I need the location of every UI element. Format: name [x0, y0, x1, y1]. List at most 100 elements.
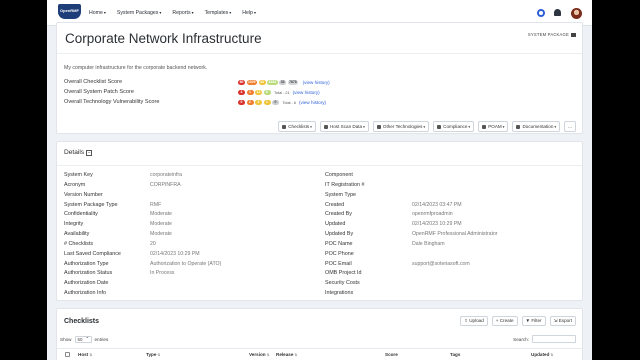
system-package-text: SYSTEM PACKAGE — [527, 32, 569, 37]
patch-view-history-link[interactable]: (view history) — [293, 90, 320, 95]
search-input[interactable] — [532, 335, 576, 343]
detail-row: Created 02/14/2023 03:47 PM — [325, 202, 580, 212]
notifications-button[interactable] — [554, 9, 563, 18]
detail-row: POC Name Dale Bingham — [325, 241, 580, 251]
nav-actions — [529, 8, 582, 19]
column-release[interactable]: Release — [276, 352, 297, 357]
detail-key: Integrity — [64, 221, 84, 228]
export-button[interactable]: ⇲ Export — [549, 316, 576, 326]
column-version[interactable]: Version — [249, 352, 270, 357]
poam-dropdown[interactable]: POAM▾ — [478, 121, 509, 132]
detail-value: 02/14/2023 10:29 PM — [150, 250, 200, 257]
more-options-button[interactable]: ... — [564, 121, 576, 132]
score-pill-info: 33 — [279, 80, 287, 85]
chevron-down-icon: ▾ — [363, 125, 365, 129]
column-score[interactable]: Score — [385, 352, 398, 357]
menu-help[interactable]: Help▾ — [242, 10, 256, 16]
chevron-down-icon: ▾ — [253, 10, 256, 15]
divider — [57, 165, 582, 166]
create-button-label: + Create — [495, 318, 514, 323]
other-technologies-dropdown[interactable]: Other Technologies▾ — [372, 121, 430, 132]
detail-row: Authorization Status In Process — [64, 270, 319, 280]
detail-row: POC Email support@soteriasoft.com — [325, 261, 580, 271]
detail-key: POC Phone — [325, 250, 354, 257]
checklist-icon — [282, 124, 287, 129]
detail-key: Updated — [325, 221, 346, 228]
column-tags[interactable]: Tags — [450, 352, 460, 357]
gear-icon — [376, 124, 381, 129]
chevron-down-icon: ▾ — [310, 125, 312, 129]
chevron-down-icon: ▾ — [554, 125, 557, 129]
menu-system-packages[interactable]: System Packages▾ — [117, 10, 162, 16]
openrmf-logo[interactable]: OpenRMF — [58, 4, 81, 21]
create-button[interactable]: + Create — [491, 316, 518, 326]
detail-key: # Checklists — [64, 240, 94, 247]
main-menu: Home▾ System Packages▾ Reports▾ Template… — [89, 10, 267, 16]
checklists-title: Checklists — [64, 318, 100, 325]
documentation-dropdown[interactable]: Documentation▾ — [512, 121, 561, 132]
table-search: Search: — [513, 335, 576, 343]
vuln-view-history-link[interactable]: (view history) — [299, 100, 326, 105]
detail-row: System Package Type RMF — [64, 202, 319, 212]
app-screen: OpenRMF Home▾ System Packages▾ Reports▾ … — [47, 0, 592, 360]
detail-value: support@soteriasoft.com — [412, 260, 470, 267]
user-avatar[interactable] — [571, 8, 582, 19]
system-package-label: SYSTEM PACKAGE — [528, 32, 576, 37]
detail-row: Updated By OpenRMF Professional Administr… — [325, 231, 580, 241]
host-scan-data-dropdown[interactable]: Host Scan Data▾ — [319, 121, 369, 132]
chevron-down-icon: ▾ — [103, 10, 106, 15]
checklists-dropdown[interactable]: Checklists▾ — [278, 121, 316, 132]
detail-row: Authorization Info — [64, 290, 319, 300]
folder-icon — [571, 32, 576, 37]
detail-row: Created By openrmfproadmin — [325, 211, 580, 221]
collapse-icon[interactable]: − — [86, 150, 93, 156]
menu-reports[interactable]: Reports▾ — [172, 10, 193, 16]
compliance-dropdown[interactable]: Compliance▾ — [433, 121, 475, 132]
detail-key: Authorization Date — [64, 280, 109, 287]
clipboard-icon — [482, 124, 487, 129]
detail-value: Moderate — [150, 231, 172, 238]
chevron-down-icon: ▾ — [423, 125, 426, 129]
chevron-down-icon: ▾ — [468, 125, 471, 129]
vuln-score-label: Overall Technology Vulnerability Score — [64, 99, 160, 105]
settings-button[interactable] — [537, 9, 546, 18]
detail-row: Authorization Type Authorization to Opera… — [64, 261, 319, 271]
menu-templates[interactable]: Templates▾ — [205, 10, 232, 16]
checklist-view-history-link[interactable]: (view history) — [303, 80, 330, 85]
patch-pill-critical: 4 — [238, 90, 245, 95]
column-type[interactable]: Type — [146, 352, 160, 357]
logo-text: OpenRMF — [60, 8, 79, 13]
details-title-text: Details — [64, 149, 85, 156]
detail-row: Acronym CORPINFRA — [64, 182, 319, 192]
detail-key: POC Email — [325, 260, 352, 267]
select-all-checkbox[interactable] — [65, 352, 70, 357]
upload-button[interactable]: ⇪ Upload — [460, 316, 488, 326]
other-technologies-label: Other Technologies — [382, 124, 423, 129]
detail-value: RMF — [150, 201, 162, 208]
vuln-pill-medium: 3 — [255, 100, 262, 105]
filter-button[interactable]: ▼ Filter — [521, 316, 546, 326]
column-host[interactable]: Host — [78, 352, 92, 357]
detail-value: CORPINFRA — [150, 181, 181, 188]
patch-pill-high: 1 — [246, 90, 254, 95]
vuln-score-pills: 0 2 3 1 0 Total - 6 (view history) — [238, 100, 326, 105]
shield-logo-icon: OpenRMF — [58, 4, 81, 19]
detail-row: Last Saved Compliance 02/14/2023 10:29 PM — [64, 251, 319, 261]
detail-value: Moderate — [150, 221, 172, 228]
system-description: My computer infrastructure for the corpo… — [64, 65, 208, 71]
chevron-down-icon: ▾ — [159, 10, 162, 15]
system-header-card: Corporate Network Infrastructure SYSTEM … — [56, 22, 583, 134]
menu-home[interactable]: Home▾ — [89, 10, 106, 16]
detail-row: System Type — [325, 192, 580, 202]
menu-home-label: Home — [89, 10, 103, 16]
detail-value: Authorization to Operate (ATO) — [150, 260, 222, 267]
detail-key: System Package Type — [64, 201, 118, 208]
detail-row: OMB Project Id — [325, 270, 580, 280]
score-pill-total: 7878 — [287, 80, 299, 85]
gear-icon — [537, 9, 545, 17]
detail-key: System Key — [64, 172, 93, 178]
document-icon — [516, 124, 521, 129]
column-updated[interactable]: Updated — [531, 352, 553, 357]
page-length-select[interactable]: 50 — [74, 335, 92, 343]
scan-icon — [323, 124, 328, 129]
